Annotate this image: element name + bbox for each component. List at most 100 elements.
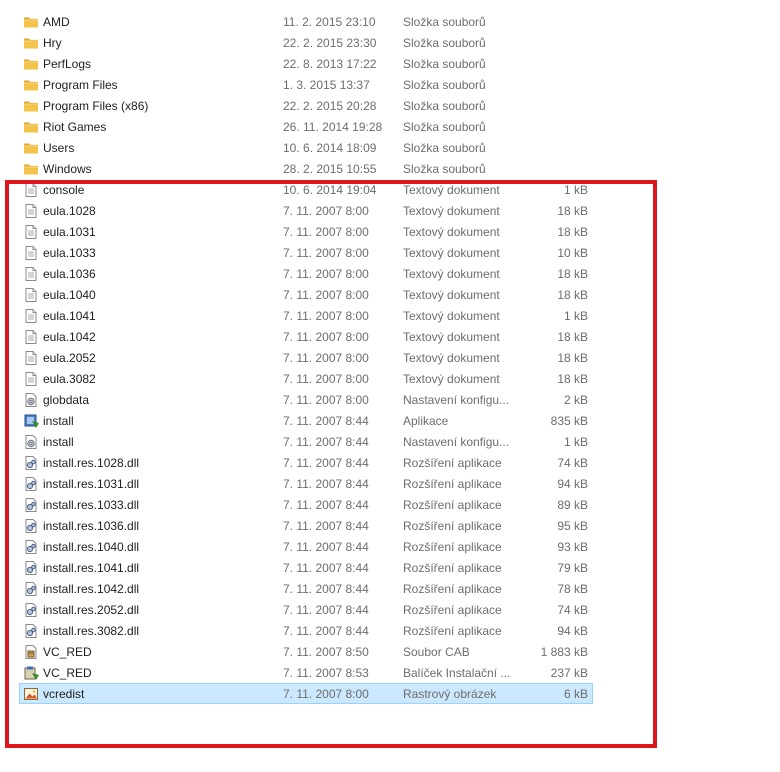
file-row[interactable]: eula.1028 7. 11. 2007 8:00 Textový dokumen… bbox=[19, 200, 593, 221]
file-row[interactable]: Users 10. 6. 2014 18:09 Složka souborů bbox=[19, 137, 593, 158]
file-name: VC_RED bbox=[43, 645, 92, 659]
file-size: 93 kB bbox=[557, 540, 588, 554]
file-type: Textový dokument bbox=[403, 246, 500, 260]
file-name: eula.1042 bbox=[43, 330, 96, 344]
file-type: Textový dokument bbox=[403, 225, 500, 239]
file-name: install.res.1040.dll bbox=[43, 540, 140, 554]
msi-package-icon bbox=[23, 665, 39, 681]
file-row[interactable]: install.res.3082.dll 7. 11. 2007 8:44 Rozš… bbox=[19, 620, 593, 641]
file-date-modified: 11. 2. 2015 23:10 bbox=[283, 15, 376, 29]
dll-extension-icon bbox=[23, 623, 39, 639]
folder-icon bbox=[23, 77, 39, 93]
file-type: Soubor CAB bbox=[403, 645, 470, 659]
dll-extension-icon bbox=[23, 476, 39, 492]
file-date-modified: 7. 11. 2007 8:50 bbox=[283, 645, 369, 659]
folder-icon bbox=[23, 14, 39, 30]
file-row[interactable]: vcredist 7. 11. 2007 8:00 Rastrový obrázek… bbox=[19, 683, 593, 704]
folder-icon bbox=[23, 98, 39, 114]
file-row[interactable]: install.res.1040.dll 7. 11. 2007 8:44 Rozš… bbox=[19, 536, 593, 557]
file-date-modified: 7. 11. 2007 8:53 bbox=[283, 666, 369, 680]
file-row[interactable]: eula.1036 7. 11. 2007 8:00 Textový dokumen… bbox=[19, 263, 593, 284]
text-document-icon bbox=[23, 245, 39, 261]
file-size: 78 kB bbox=[557, 582, 588, 596]
file-name: VC_RED bbox=[43, 666, 92, 680]
file-type: Nastavení konfigu... bbox=[403, 393, 510, 407]
file-row[interactable]: Riot Games 26. 11. 2014 19:28 Složka soubo… bbox=[19, 116, 593, 137]
file-name: install.res.1031.dll bbox=[43, 477, 140, 491]
file-row[interactable]: install.res.1031.dll 7. 11. 2007 8:44 Rozš… bbox=[19, 473, 593, 494]
file-row[interactable]: install.res.1033.dll 7. 11. 2007 8:44 Rozš… bbox=[19, 494, 593, 515]
file-type: Rozšíření aplikace bbox=[403, 477, 502, 491]
file-type: Textový dokument bbox=[403, 204, 500, 218]
file-date-modified: 7. 11. 2007 8:00 bbox=[283, 267, 369, 281]
file-type: Textový dokument bbox=[403, 351, 500, 365]
cab-archive-icon bbox=[23, 644, 39, 660]
file-date-modified: 7. 11. 2007 8:44 bbox=[283, 624, 369, 638]
file-row[interactable]: eula.1040 7. 11. 2007 8:00 Textový dokumen… bbox=[19, 284, 593, 305]
file-row[interactable]: Windows 28. 2. 2015 10:55 Složka souborů bbox=[19, 158, 593, 179]
file-name: Users bbox=[43, 141, 75, 155]
dll-extension-icon bbox=[23, 539, 39, 555]
file-name: Hry bbox=[43, 36, 62, 50]
file-size: 18 kB bbox=[557, 330, 588, 344]
file-date-modified: 7. 11. 2007 8:44 bbox=[283, 519, 369, 533]
file-date-modified: 7. 11. 2007 8:00 bbox=[283, 351, 369, 365]
file-row[interactable]: AMD 11. 2. 2015 23:10 Složka souborů bbox=[19, 11, 593, 32]
file-name: globdata bbox=[43, 393, 90, 407]
file-row[interactable]: Program Files 1. 3. 2015 13:37 Složka soub… bbox=[19, 74, 593, 95]
file-type: Rastrový obrázek bbox=[403, 687, 497, 701]
file-name: eula.3082 bbox=[43, 372, 96, 386]
file-name: Windows bbox=[43, 162, 92, 176]
file-type: Složka souborů bbox=[403, 36, 486, 50]
file-size: 1 kB bbox=[563, 435, 588, 449]
file-type: Textový dokument bbox=[403, 288, 500, 302]
file-row[interactable]: install.res.1041.dll 7. 11. 2007 8:44 Rozš… bbox=[19, 557, 593, 578]
file-row[interactable]: VC_RED 7. 11. 2007 8:53 Balíček Instalační… bbox=[19, 662, 593, 683]
installer-application-icon bbox=[23, 413, 39, 429]
file-size: 79 kB bbox=[557, 561, 588, 575]
file-type: Rozšíření aplikace bbox=[403, 540, 502, 554]
file-row[interactable]: install.res.1028.dll 7. 11. 2007 8:44 Rozš… bbox=[19, 452, 593, 473]
file-row[interactable]: install 7. 11. 2007 8:44 Aplikace 835 kB bbox=[19, 410, 593, 431]
file-type: Složka souborů bbox=[403, 120, 486, 134]
file-size: 835 kB bbox=[550, 414, 588, 428]
text-document-icon bbox=[23, 350, 39, 366]
file-date-modified: 7. 11. 2007 8:44 bbox=[283, 456, 369, 470]
file-name: install.res.1028.dll bbox=[43, 456, 140, 470]
file-date-modified: 22. 8. 2013 17:22 bbox=[283, 57, 377, 71]
file-row[interactable]: install.res.1036.dll 7. 11. 2007 8:44 Rozš… bbox=[19, 515, 593, 536]
file-row[interactable]: eula.1031 7. 11. 2007 8:00 Textový dokumen… bbox=[19, 221, 593, 242]
file-date-modified: 7. 11. 2007 8:44 bbox=[283, 477, 369, 491]
file-size: 94 kB bbox=[557, 624, 588, 638]
file-row[interactable]: install.res.1042.dll 7. 11. 2007 8:44 Rozš… bbox=[19, 578, 593, 599]
file-size: 1 kB bbox=[563, 183, 588, 197]
file-name: install.res.1036.dll bbox=[43, 519, 140, 533]
file-row[interactable]: install.res.2052.dll 7. 11. 2007 8:44 Rozš… bbox=[19, 599, 593, 620]
config-settings-icon bbox=[23, 392, 39, 408]
file-date-modified: 7. 11. 2007 8:44 bbox=[283, 540, 369, 554]
file-row[interactable]: Program Files (x86) 22. 2. 2015 20:28 Slož… bbox=[19, 95, 593, 116]
file-row[interactable]: globdata 7. 11. 2007 8:00 Nastavení konfig… bbox=[19, 389, 593, 410]
file-size: 18 kB bbox=[557, 204, 588, 218]
dll-extension-icon bbox=[23, 581, 39, 597]
file-row[interactable]: install 7. 11. 2007 8:44 Nastavení konfigu… bbox=[19, 431, 593, 452]
file-name: install bbox=[43, 435, 74, 449]
file-row[interactable]: eula.3082 7. 11. 2007 8:00 Textový dokumen… bbox=[19, 368, 593, 389]
file-row[interactable]: VC_RED 7. 11. 2007 8:50 Soubor CAB 1 883 kB bbox=[19, 641, 593, 662]
text-document-icon bbox=[23, 203, 39, 219]
file-row[interactable]: eula.1041 7. 11. 2007 8:00 Textový dokumen… bbox=[19, 305, 593, 326]
file-row[interactable]: Hry 22. 2. 2015 23:30 Složka souborů bbox=[19, 32, 593, 53]
file-row[interactable]: eula.1042 7. 11. 2007 8:00 Textový dokumen… bbox=[19, 326, 593, 347]
file-row[interactable]: PerfLogs 22. 8. 2013 17:22 Složka souborů bbox=[19, 53, 593, 74]
file-row[interactable]: console 10. 6. 2014 19:04 Textový dokument… bbox=[19, 179, 593, 200]
folder-icon bbox=[23, 119, 39, 135]
text-document-icon bbox=[23, 287, 39, 303]
file-row[interactable]: eula.1033 7. 11. 2007 8:00 Textový dokumen… bbox=[19, 242, 593, 263]
folder-icon bbox=[23, 140, 39, 156]
file-size: 2 kB bbox=[563, 393, 588, 407]
file-name: install bbox=[43, 414, 74, 428]
file-row[interactable]: eula.2052 7. 11. 2007 8:00 Textový dokumen… bbox=[19, 347, 593, 368]
dll-extension-icon bbox=[23, 560, 39, 576]
file-date-modified: 7. 11. 2007 8:44 bbox=[283, 414, 369, 428]
file-name: install.res.1042.dll bbox=[43, 582, 140, 596]
